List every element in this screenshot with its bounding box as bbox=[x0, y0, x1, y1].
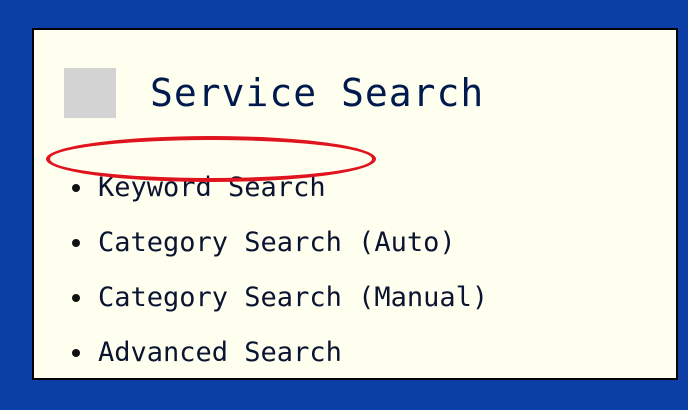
bullet-icon bbox=[72, 349, 80, 357]
search-options-list: Keyword Search Category Search (Auto) Ca… bbox=[72, 168, 488, 388]
category-search-manual-link[interactable]: Category Search (Manual) bbox=[98, 278, 488, 318]
list-item-category-search-auto: Category Search (Auto) bbox=[72, 223, 488, 278]
bullet-icon bbox=[72, 239, 80, 247]
advanced-search-link[interactable]: Advanced Search bbox=[98, 333, 342, 373]
title-square-icon bbox=[64, 68, 116, 118]
list-item-keyword-search: Keyword Search bbox=[72, 168, 488, 223]
service-search-panel: Service Search Keyword Search Category S… bbox=[32, 28, 678, 380]
category-search-auto-link[interactable]: Category Search (Auto) bbox=[98, 223, 456, 263]
panel-header: Service Search bbox=[64, 68, 484, 118]
bullet-icon bbox=[72, 294, 80, 302]
list-item-category-search-manual: Category Search (Manual) bbox=[72, 278, 488, 333]
list-item-advanced-search: Advanced Search bbox=[72, 333, 488, 388]
keyword-search-link[interactable]: Keyword Search bbox=[98, 168, 326, 208]
bullet-icon bbox=[72, 184, 80, 192]
panel-title: Service Search bbox=[150, 71, 485, 115]
